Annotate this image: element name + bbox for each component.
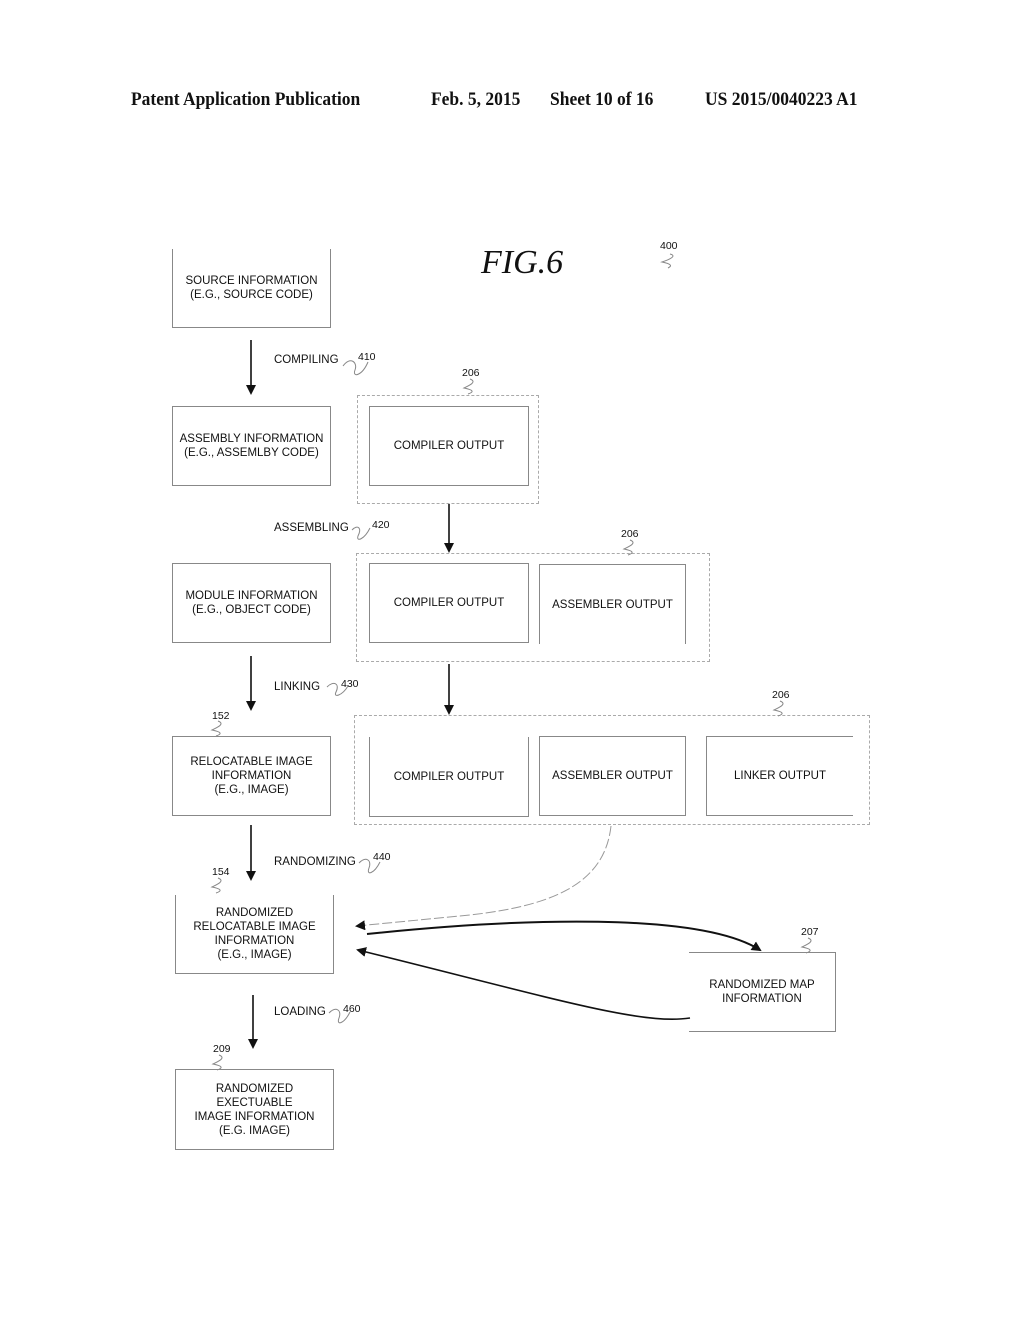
step-assembling-ref: 420 [372,519,390,531]
output-group-assemble-ref: 206 [621,528,639,540]
randomized-executable-image-box: RANDOMIZED EXECTUABLE IMAGE INFORMATION … [175,1069,334,1150]
randomized-relocatable-image-box: RANDOMIZED RELOCATABLE IMAGE INFORMATION… [175,895,334,974]
header-publication: Patent Application Publication [131,89,361,110]
squiggle-420 [351,526,371,540]
step-linking-ref: 430 [341,678,359,690]
randomized-map-ref: 207 [801,926,819,938]
step-compiling-label: COMPILING [274,354,339,366]
squiggle-207 [800,937,812,954]
step-linking-label: LINKING [274,681,321,693]
output-group-link-ref: 206 [772,689,790,701]
figure-ref: 400 [660,240,678,252]
compiler-output-label-2: COMPILER OUTPUT [393,597,505,609]
relocatable-image-label: RELOCATABLE IMAGE INFORMATION (E.G., IMA… [190,756,313,796]
step-loading-label: LOADING [274,1006,326,1018]
linker-output-box: LINKER OUTPUT [706,736,853,816]
compiler-output-box-2: COMPILER OUTPUT [369,563,529,643]
arrow-output-to-randomized [355,825,612,931]
header-patent-number: US 2015/0040223 A1 [705,89,858,110]
squiggle-206-1 [462,378,474,395]
step-randomizing-label: RANDOMIZING [274,856,356,868]
figure-title: FIG.6 [481,244,564,281]
squiggle-152 [210,720,222,737]
assembler-output-label-3: ASSEMBLER OUTPUT [552,770,673,782]
source-information-label: SOURCE INFORMATION (E.G., SOURCE CODE) [185,275,318,301]
squiggle-206-3 [772,700,784,717]
header-date: Feb. 5, 2015 [431,89,521,110]
randomized-map-box: RANDOMIZED MAP INFORMATION [689,952,836,1032]
arrow-map-to-randomized [356,947,691,1020]
compiler-output-box-1: COMPILER OUTPUT [369,406,529,486]
squiggle-209 [211,1054,223,1071]
module-information-label: MODULE INFORMATION (E.G., OBJECT CODE) [185,590,318,616]
randomized-executable-image-ref: 209 [213,1043,231,1055]
assembler-output-box-2: ASSEMBLER OUTPUT [539,564,686,644]
randomized-relocatable-image-label: RANDOMIZED RELOCATABLE IMAGE INFORMATION… [193,907,316,961]
squiggle-154 [210,877,222,894]
source-information-box: SOURCE INFORMATION (E.G., SOURCE CODE) [172,249,331,328]
assembler-output-box-3: ASSEMBLER OUTPUT [539,736,686,816]
randomized-relocatable-image-ref: 154 [212,866,230,878]
arrow-randomized-to-map [366,920,762,952]
compiler-output-box-3: COMPILER OUTPUT [369,737,529,817]
relocatable-image-ref: 152 [212,710,230,722]
assembly-information-label: ASSEMBLY INFORMATION (E.G., ASSEMLBY COD… [179,433,324,459]
randomized-map-label: RANDOMIZED MAP INFORMATION [709,979,815,1005]
step-randomizing-ref: 440 [373,851,391,863]
relocatable-image-box: RELOCATABLE IMAGE INFORMATION (E.G., IMA… [172,736,331,816]
assembly-information-box: ASSEMBLY INFORMATION (E.G., ASSEMLBY COD… [172,406,331,486]
linker-output-label: LINKER OUTPUT [733,770,826,782]
step-compiling-ref: 410 [358,351,376,363]
randomized-executable-image-label: RANDOMIZED EXECTUABLE IMAGE INFORMATION … [194,1082,315,1137]
module-information-box: MODULE INFORMATION (E.G., OBJECT CODE) [172,563,331,643]
step-assembling-label: ASSEMBLING [274,522,349,534]
step-loading-ref: 460 [343,1003,361,1015]
assembler-output-label-2: ASSEMBLER OUTPUT [552,598,673,611]
squiggle-400 [660,253,674,269]
compiler-output-label-1: COMPILER OUTPUT [393,440,505,452]
output-group-compile-ref: 206 [462,367,480,379]
compiler-output-label-3: COMPILER OUTPUT [393,770,505,783]
header-sheet: Sheet 10 of 16 [550,89,654,110]
